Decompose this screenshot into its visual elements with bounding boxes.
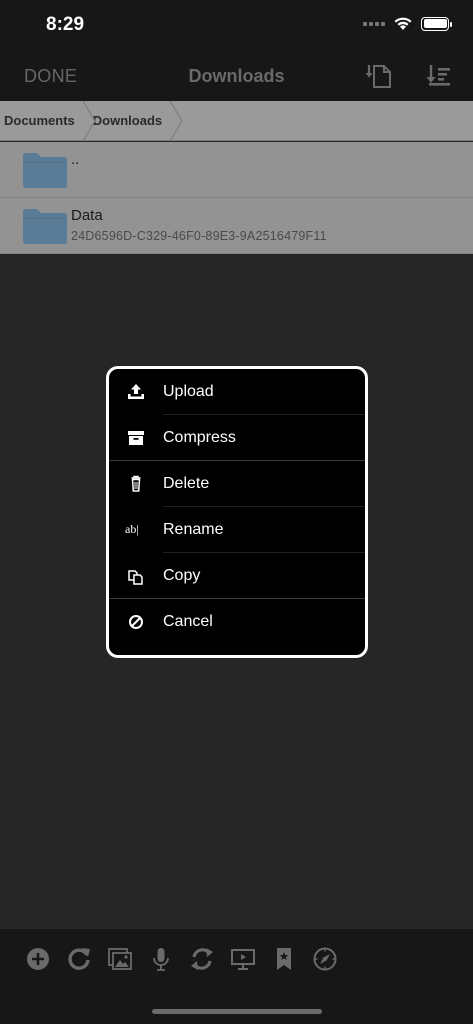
- sync-icon[interactable]: [189, 946, 215, 972]
- file-name: ..: [71, 151, 80, 168]
- navigation-bar: DONE Downloads: [0, 52, 473, 101]
- folder-icon: [23, 153, 67, 188]
- breadcrumb-label: Downloads: [92, 113, 163, 128]
- home-indicator[interactable]: [152, 1009, 322, 1014]
- archive-icon: [125, 428, 147, 448]
- status-icons: [363, 16, 452, 31]
- sort-icon[interactable]: [424, 62, 454, 90]
- status-time: 8:29: [46, 14, 85, 35]
- microphone-icon[interactable]: [148, 946, 174, 972]
- breadcrumb-item-downloads[interactable]: Downloads: [87, 100, 183, 141]
- copy-icon: [125, 566, 147, 586]
- breadcrumb-item-documents[interactable]: Documents: [0, 100, 96, 141]
- action-sheet: Upload Compress Delete ab| Rename Copy C…: [106, 366, 368, 658]
- cancel-label: Cancel: [163, 613, 213, 630]
- upload-button[interactable]: Upload: [109, 369, 365, 415]
- file-list: .. Data 24D6596D-C329-46F0-89E3-9A251647…: [0, 142, 473, 254]
- page-title: Downloads: [188, 66, 285, 86]
- copy-label: Copy: [163, 567, 201, 584]
- screen-icon[interactable]: [230, 946, 256, 972]
- chevron-right-icon: [82, 100, 96, 141]
- copy-button[interactable]: Copy: [109, 553, 365, 599]
- battery-icon: [421, 16, 452, 31]
- list-item-data-folder[interactable]: Data 24D6596D-C329-46F0-89E3-9A2516479F1…: [0, 198, 473, 254]
- add-icon[interactable]: [25, 946, 51, 972]
- compress-button[interactable]: Compress: [109, 415, 365, 461]
- delete-label: Delete: [163, 475, 210, 492]
- file-identifier: 24D6596D-C329-46F0-89E3-9A2516479F11: [71, 229, 327, 243]
- delete-button[interactable]: Delete: [109, 461, 365, 507]
- status-bar: 8:29: [0, 0, 473, 52]
- wifi-icon: [394, 17, 412, 30]
- rename-label: Rename: [163, 521, 224, 538]
- bookmark-icon[interactable]: [271, 946, 297, 972]
- rename-icon: ab|: [125, 522, 139, 536]
- cancel-icon: [125, 612, 147, 632]
- list-item-parent-folder[interactable]: ..: [0, 142, 473, 198]
- folder-icon: [23, 209, 67, 244]
- import-file-icon[interactable]: [364, 62, 394, 90]
- rename-button[interactable]: ab| Rename: [109, 507, 365, 553]
- breadcrumb: Documents Downloads: [0, 100, 473, 141]
- compress-label: Compress: [163, 429, 236, 446]
- cancel-button[interactable]: Cancel: [109, 599, 365, 645]
- compass-icon[interactable]: [312, 946, 338, 972]
- refresh-icon[interactable]: [66, 946, 92, 972]
- trash-icon: [125, 474, 147, 494]
- upload-label: Upload: [163, 383, 214, 400]
- upload-icon: [125, 382, 147, 402]
- chevron-right-icon: [170, 100, 183, 141]
- file-name: Data: [71, 207, 103, 224]
- photos-icon[interactable]: [107, 946, 133, 972]
- cellular-signal-icon: [363, 21, 385, 26]
- breadcrumb-label: Documents: [4, 113, 75, 128]
